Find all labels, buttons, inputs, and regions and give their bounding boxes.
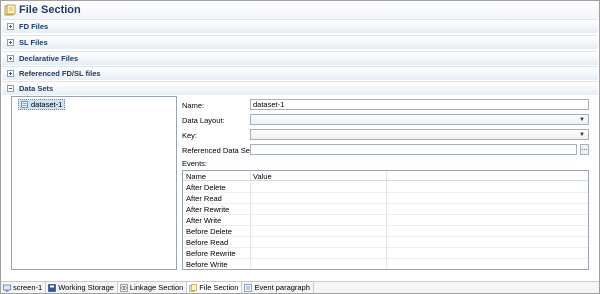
expand-icon[interactable] <box>7 70 14 77</box>
column-header-name[interactable]: Name <box>186 172 206 181</box>
section-label: FD Files <box>19 22 49 31</box>
events-label: Events: <box>182 159 208 168</box>
key-label: Key: <box>182 131 198 140</box>
event-name: Before Read <box>186 238 229 247</box>
collapse-icon[interactable] <box>7 85 14 92</box>
expand-icon[interactable] <box>7 39 14 46</box>
section-declarative-files[interactable]: Declarative Files <box>2 51 598 65</box>
expand-icon[interactable] <box>7 55 14 62</box>
event-icon <box>244 283 253 292</box>
referenced-data-sets-label: Referenced Data Sets: <box>182 146 258 155</box>
expand-icon[interactable] <box>7 23 14 30</box>
tab-label: Linkage Section <box>129 283 184 292</box>
page-title: File Section <box>19 4 81 16</box>
storage-icon <box>48 283 56 292</box>
event-name: Before Delete <box>186 227 232 236</box>
section-label: Declarative Files <box>19 54 79 63</box>
event-name: Before Rewrite <box>186 249 236 258</box>
editor-tabs: screen-1 Working Storage Linkage Section… <box>1 281 599 293</box>
section-label: Referenced FD/SL files <box>19 69 101 78</box>
table-row[interactable]: After Rewrite <box>183 204 588 215</box>
section-referenced-files[interactable]: Referenced FD/SL files <box>2 66 598 80</box>
table-header: Name Value <box>183 171 588 181</box>
event-name: After Read <box>186 194 222 203</box>
event-name: After Rewrite <box>186 205 230 214</box>
event-name: After Write <box>186 216 222 225</box>
event-name: After Delete <box>186 183 226 192</box>
tab-linkage-section[interactable]: Linkage Section <box>118 282 188 293</box>
linkage-icon <box>120 283 128 292</box>
tab-working-storage[interactable]: Working Storage <box>46 282 118 293</box>
table-row[interactable]: Before Rewrite <box>183 248 588 259</box>
table-row[interactable]: Before Delete <box>183 226 588 237</box>
tree-item-label: dataset-1 <box>31 100 63 109</box>
tab-label: screen-1 <box>13 283 43 292</box>
chevron-down-icon: ▼ <box>579 117 585 123</box>
tab-label: Working Storage <box>58 283 114 292</box>
section-data-sets[interactable]: Data Sets <box>2 81 598 95</box>
dataset-icon <box>21 101 28 108</box>
events-table[interactable]: Name Value After Delete After Read After… <box>182 170 589 270</box>
section-label: Data Sets <box>19 84 54 93</box>
screen-icon <box>3 284 11 291</box>
name-field[interactable] <box>250 99 589 110</box>
section-label: SL Files <box>19 38 48 47</box>
section-sl-files[interactable]: SL Files <box>2 35 598 49</box>
dataset-tree[interactable]: dataset-1 <box>11 96 177 270</box>
tab-label: Event paragraph <box>254 283 310 292</box>
tab-label: File Section <box>199 283 239 292</box>
table-row[interactable]: After Write <box>183 215 588 226</box>
browse-button[interactable]: ... <box>580 144 589 155</box>
editor-title-bar: File Section <box>1 1 599 19</box>
table-row[interactable]: Before Write <box>183 259 588 269</box>
referenced-data-sets-field[interactable] <box>250 144 577 155</box>
tab-screen-1[interactable]: screen-1 <box>1 282 47 293</box>
event-name: Before Write <box>186 260 228 269</box>
data-layout-label: Data Layout: <box>182 116 225 125</box>
tab-file-section[interactable]: File Section <box>187 282 243 293</box>
data-layout-select[interactable]: ▼ <box>250 114 589 125</box>
column-header-value[interactable]: Value <box>253 172 272 181</box>
table-row[interactable]: Before Read <box>183 237 588 248</box>
file-section-icon <box>189 283 198 292</box>
key-select[interactable]: ▼ <box>250 129 589 140</box>
tab-event-paragraph[interactable]: Event paragraph <box>242 282 314 293</box>
chevron-down-icon: ▼ <box>579 132 585 138</box>
table-row[interactable]: After Delete <box>183 182 588 193</box>
name-label: Name: <box>182 101 205 110</box>
table-row[interactable]: After Read <box>183 193 588 204</box>
section-fd-files[interactable]: FD Files <box>2 19 598 33</box>
file-section-icon <box>4 4 16 16</box>
tree-item-dataset[interactable]: dataset-1 <box>18 99 66 110</box>
